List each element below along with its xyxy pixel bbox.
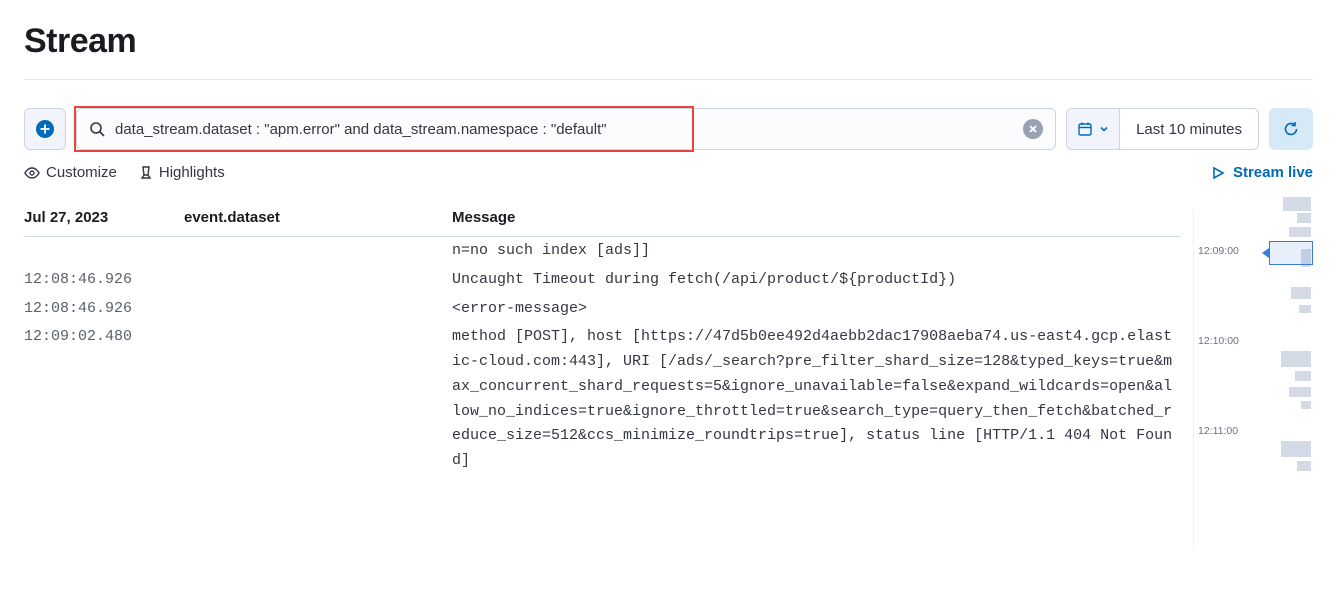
sub-controls: Customize Highlights Stream live (24, 164, 1313, 181)
minimap-tick: 12:09:00 (1198, 245, 1239, 257)
table-row[interactable]: 12:08:46.926 <error-message> (24, 295, 1181, 324)
minimap-tick: 12:10:00 (1198, 335, 1239, 347)
divider (24, 79, 1313, 80)
minimap-tick: 12:11:00 (1198, 425, 1238, 437)
date-picker-label: Last 10 minutes (1120, 121, 1258, 138)
log-dataset (184, 325, 452, 474)
table-row[interactable]: n=no such index [ads]] (24, 237, 1181, 266)
column-header-message[interactable]: Message (452, 209, 1181, 226)
refresh-button[interactable] (1269, 108, 1313, 150)
eye-icon (24, 167, 40, 179)
search-input[interactable] (115, 121, 1023, 138)
calendar-icon (1077, 121, 1093, 137)
table-row[interactable]: 12:09:02.480 method [POST], host [https:/… (24, 323, 1181, 476)
highlights-label: Highlights (159, 164, 225, 181)
log-timestamp: 12:08:46.926 (24, 268, 184, 293)
log-timestamp: 12:09:02.480 (24, 325, 184, 474)
customize-button[interactable]: Customize (24, 164, 117, 181)
close-icon (1028, 124, 1038, 134)
log-message: n=no such index [ads]] (452, 239, 1181, 264)
play-icon (1211, 166, 1225, 180)
log-dataset (184, 297, 452, 322)
log-dataset (184, 239, 452, 264)
log-table: Jul 27, 2023 event.dataset Message n=no … (24, 209, 1193, 549)
search-icon (89, 121, 105, 137)
add-filter-button[interactable] (24, 108, 66, 150)
page-title: Stream (24, 22, 1313, 61)
stream-live-label: Stream live (1233, 164, 1313, 181)
log-timestamp (24, 239, 184, 264)
log-dataset (184, 268, 452, 293)
search-bar[interactable] (76, 108, 1056, 150)
log-message: <error-message> (452, 297, 1181, 322)
minimap[interactable]: 12:09:00 12:10:00 12:11:00 (1193, 209, 1313, 549)
table-header: Jul 27, 2023 event.dataset Message (24, 209, 1181, 237)
customize-label: Customize (46, 164, 117, 181)
column-header-dataset[interactable]: event.dataset (184, 209, 452, 226)
minimap-viewport[interactable] (1269, 241, 1313, 265)
log-message: method [POST], host [https://47d5b0ee492… (452, 325, 1181, 474)
chevron-down-icon (1099, 124, 1109, 134)
table-row[interactable]: 12:08:46.926 Uncaught Timeout during fetc… (24, 266, 1181, 295)
filter-bar: Last 10 minutes (24, 108, 1313, 150)
highlight-icon (139, 165, 153, 181)
date-picker-button[interactable]: Last 10 minutes (1066, 108, 1259, 150)
plus-circle-icon (36, 120, 54, 138)
highlights-button[interactable]: Highlights (139, 164, 225, 181)
refresh-icon (1283, 121, 1299, 137)
log-message: Uncaught Timeout during fetch(/api/produ… (452, 268, 1181, 293)
clear-search-button[interactable] (1023, 119, 1043, 139)
stream-live-button[interactable]: Stream live (1211, 164, 1313, 181)
column-header-date[interactable]: Jul 27, 2023 (24, 209, 184, 226)
log-timestamp: 12:08:46.926 (24, 297, 184, 322)
